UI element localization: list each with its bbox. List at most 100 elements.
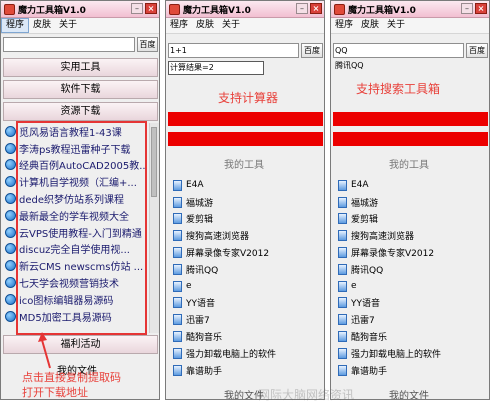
document-icon	[338, 280, 347, 292]
menu-program[interactable]: 程序	[166, 19, 192, 32]
section-divider	[168, 132, 323, 146]
list-item[interactable]: 强力卸载电脑上的软件	[337, 345, 485, 362]
menu-skin[interactable]: 皮肤	[192, 19, 218, 32]
nav-resource-download[interactable]: 资源下载	[3, 102, 158, 121]
list-item[interactable]: 靠谱助手	[172, 362, 320, 379]
list-item[interactable]: 迅雷7	[172, 311, 320, 328]
title-bar[interactable]: 魔力工具箱V1.0 – ×	[1, 1, 159, 18]
document-icon	[338, 230, 347, 242]
list-item[interactable]: E4A	[172, 177, 320, 194]
minimize-icon[interactable]: –	[296, 3, 308, 14]
list-item[interactable]: 搜狗高速浏览器	[172, 227, 320, 244]
list-item[interactable]: 腾讯QQ	[337, 261, 485, 278]
close-icon[interactable]: ×	[145, 3, 157, 14]
toolbox-icon	[334, 3, 345, 15]
baidu-search-button[interactable]: 百度	[137, 37, 158, 52]
ie-globe-icon	[5, 260, 16, 272]
document-icon	[338, 247, 347, 259]
list-item[interactable]: e	[337, 278, 485, 295]
search-input[interactable]: QQ	[333, 43, 464, 58]
list-item[interactable]: YY语音	[337, 295, 485, 312]
scrollbar-thumb[interactable]	[151, 127, 157, 197]
list-item[interactable]: 福城游	[172, 194, 320, 211]
list-item[interactable]: 福城游	[337, 194, 485, 211]
baidu-search-button[interactable]: 百度	[301, 43, 323, 58]
nav-welfare[interactable]: 福利活动	[3, 335, 158, 354]
ie-globe-icon	[5, 209, 16, 221]
ie-globe-icon	[5, 193, 16, 205]
list-item[interactable]: 屏幕录像专家V2012	[172, 244, 320, 261]
window-title: 魔力工具箱V1.0	[348, 5, 416, 16]
toolbox-icon	[169, 3, 180, 15]
menu-program[interactable]: 程序	[1, 18, 30, 33]
annotation-extract-line1: 点击直接复制提取码	[22, 371, 121, 384]
my-tools-label: 我的工具	[224, 160, 264, 171]
close-icon[interactable]: ×	[475, 3, 487, 14]
menu-bar: 程序 皮肤 关于	[166, 18, 324, 34]
search-row: 百度	[3, 37, 158, 52]
baidu-search-button[interactable]: 百度	[466, 43, 488, 58]
title-bar[interactable]: 魔力工具箱V1.0 – ×	[331, 1, 489, 18]
calculator-result-field: 计算结果=2	[168, 61, 264, 75]
list-item[interactable]: 酷狗音乐	[337, 328, 485, 345]
document-icon	[173, 230, 182, 242]
list-item[interactable]: 腾讯QQ	[172, 261, 320, 278]
my-tools-label: 我的工具	[389, 160, 429, 171]
close-icon[interactable]: ×	[310, 3, 322, 14]
menu-program[interactable]: 程序	[331, 19, 357, 32]
document-icon	[173, 196, 182, 208]
document-icon	[338, 213, 347, 225]
search-input[interactable]	[3, 37, 135, 52]
search-result-item[interactable]: 腾讯QQ	[335, 60, 364, 71]
search-row: 1+1 百度	[168, 43, 323, 58]
menu-about[interactable]: 关于	[218, 19, 244, 32]
section-divider	[333, 112, 488, 126]
document-icon	[173, 247, 182, 259]
list-item[interactable]: 搜狗高速浏览器	[337, 227, 485, 244]
resource-list-scrollbar[interactable]	[149, 123, 159, 333]
list-item[interactable]: 屏幕录像专家V2012	[337, 244, 485, 261]
list-item[interactable]: 酷狗音乐	[172, 328, 320, 345]
menu-skin[interactable]: 皮肤	[29, 19, 55, 32]
list-item[interactable]: 靠谱助手	[337, 362, 485, 379]
document-icon	[338, 314, 347, 326]
document-icon	[173, 179, 182, 191]
annotation-search-box: 支持搜索工具箱	[356, 82, 441, 96]
document-icon	[338, 347, 347, 359]
list-item[interactable]: 爱剪辑	[172, 211, 320, 228]
document-icon	[173, 263, 182, 275]
minimize-icon[interactable]: –	[461, 3, 473, 14]
toolbox-icon	[4, 3, 15, 15]
document-icon	[173, 213, 182, 225]
list-item[interactable]: E4A	[337, 177, 485, 194]
minimize-icon[interactable]: –	[131, 3, 143, 14]
nav-utility-tools[interactable]: 实用工具	[3, 58, 158, 77]
document-icon	[338, 196, 347, 208]
menu-bar: 程序 皮肤 关于	[331, 18, 489, 34]
menu-about[interactable]: 关于	[383, 19, 409, 32]
document-icon	[173, 331, 182, 343]
menu-bar: 程序 皮肤 关于	[1, 18, 159, 34]
list-item[interactable]: YY语音	[172, 295, 320, 312]
document-icon	[338, 364, 347, 376]
document-icon	[338, 179, 347, 191]
menu-skin[interactable]: 皮肤	[357, 19, 383, 32]
list-item[interactable]: 迅雷7	[337, 311, 485, 328]
nav-software-download[interactable]: 软件下载	[3, 80, 158, 99]
list-item[interactable]: 爱剪辑	[337, 211, 485, 228]
search-input[interactable]: 1+1	[168, 43, 299, 58]
menu-about[interactable]: 关于	[55, 19, 81, 32]
window-title: 魔力工具箱V1.0	[183, 5, 251, 16]
document-icon	[338, 263, 347, 275]
ie-globe-icon	[5, 159, 16, 171]
annotation-extract-line2: 打开下载地址	[22, 386, 88, 399]
title-bar[interactable]: 魔力工具箱V1.0 – ×	[166, 1, 324, 18]
list-item[interactable]: e	[172, 278, 320, 295]
tool-list: E4A 福城游 爱剪辑 搜狗高速浏览器 屏幕录像专家V2012 腾讯QQ e Y…	[172, 177, 320, 387]
resource-list-highlight	[16, 121, 147, 335]
document-icon	[173, 297, 182, 309]
toolbox-window-calculator: 魔力工具箱V1.0 – × 程序 皮肤 关于 1+1 百度 计算结果=2 我的工…	[165, 0, 325, 400]
list-item[interactable]: 强力卸载电脑上的软件	[172, 345, 320, 362]
my-files-label[interactable]: 我的文件	[389, 387, 429, 399]
search-row: QQ 百度	[333, 43, 488, 58]
